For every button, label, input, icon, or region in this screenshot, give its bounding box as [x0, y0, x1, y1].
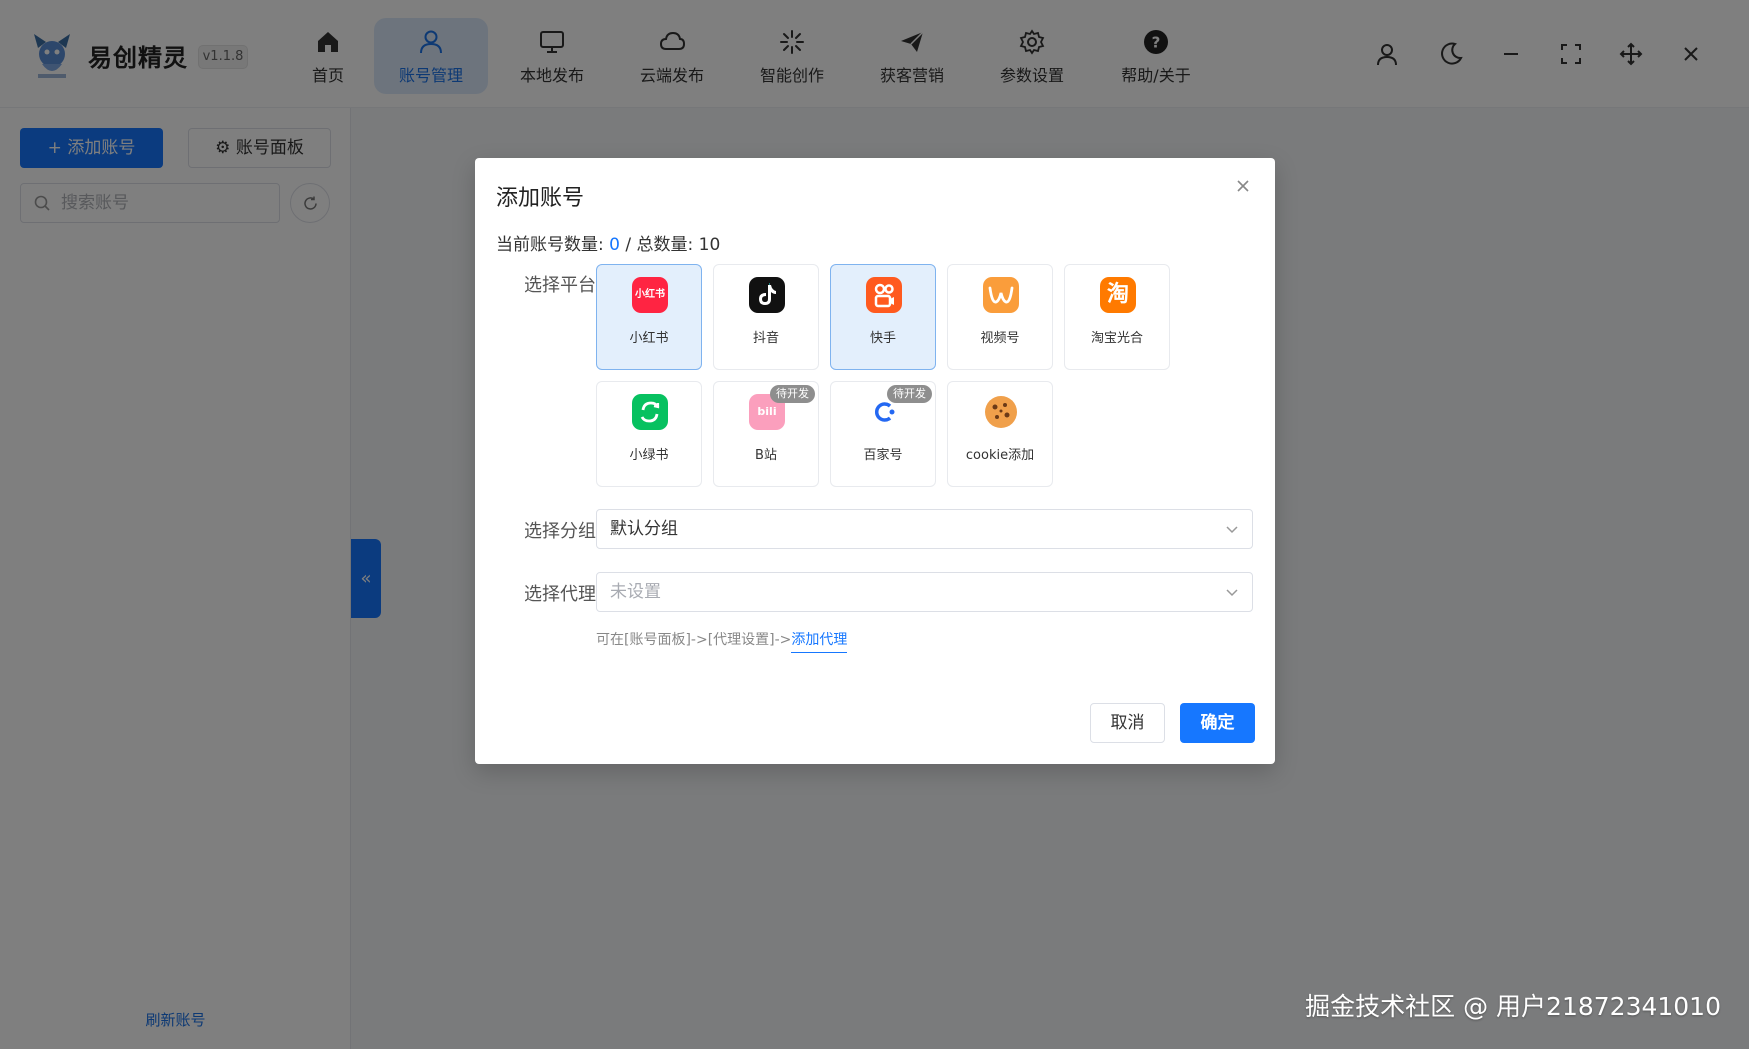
platform-taobao[interactable]: 淘 淘宝光合 — [1064, 264, 1170, 370]
platform-cookie[interactable]: cookie添加 — [947, 381, 1053, 487]
cookie-icon — [983, 394, 1019, 430]
in-development-badge: 待开发 — [770, 385, 815, 403]
shipinhao-icon — [983, 277, 1019, 313]
count-sep: / 总数量: — [619, 235, 699, 255]
platform-bilibili[interactable]: bili 待开发 B站 — [713, 381, 819, 487]
chevron-down-icon — [1226, 589, 1238, 597]
taobao-icon-text: 淘 — [1106, 282, 1129, 307]
confirm-button[interactable]: 确定 — [1180, 703, 1255, 743]
proxy-select[interactable]: 未设置 — [596, 572, 1253, 612]
proxy-label: 选择代理 — [524, 584, 596, 605]
douyin-icon — [749, 277, 785, 313]
group-label: 选择分组 — [524, 521, 596, 542]
platform-xiaolvshu[interactable]: 小绿书 — [596, 381, 702, 487]
platform-name: 小绿书 — [629, 448, 669, 463]
account-count: 当前账号数量: 0 / 总数量: 10 — [496, 230, 720, 255]
platform-name: 快手 — [869, 331, 896, 346]
count-current: 0 — [609, 235, 620, 255]
add-account-dialog: 添加账号 当前账号数量: 0 / 总数量: 10 选择平台 小红书 小红书 抖音… — [475, 158, 1275, 764]
xiaohongshu-icon-text: 小红书 — [635, 289, 665, 300]
dialog-title: 添加账号 — [496, 186, 585, 211]
platform-shipinhao[interactable]: 视频号 — [947, 264, 1053, 370]
platform-name: 百家号 — [863, 448, 903, 463]
platform-name: B站 — [755, 448, 777, 463]
platform-douyin[interactable]: 抖音 — [713, 264, 819, 370]
platform-name: 视频号 — [980, 331, 1020, 346]
watermark: 掘金技术社区 @ 用户21872341010 — [1305, 992, 1721, 1021]
proxy-hint-text: 可在[账号面板]->[代理设置]-> — [596, 632, 792, 648]
platform-label: 选择平台 — [524, 275, 596, 296]
count-total: 10 — [698, 235, 721, 255]
count-prefix: 当前账号数量: — [496, 235, 610, 255]
proxy-hint: 可在[账号面板]->[代理设置]->添加代理 — [596, 629, 848, 653]
platform-name: 淘宝光合 — [1090, 331, 1143, 346]
taobao-icon: 淘 — [1100, 277, 1136, 313]
platform-xiaohongshu[interactable]: 小红书 小红书 — [596, 264, 702, 370]
group-select[interactable]: 默认分组 — [596, 509, 1253, 549]
chevron-down-icon — [1226, 526, 1238, 534]
xiaohongshu-icon: 小红书 — [632, 277, 668, 313]
proxy-select-placeholder: 未设置 — [610, 582, 661, 602]
platform-name: cookie添加 — [965, 448, 1035, 463]
platform-name: 抖音 — [752, 331, 779, 346]
group-select-value: 默认分组 — [610, 519, 678, 539]
close-icon[interactable] — [1231, 174, 1255, 198]
platform-kuaishou[interactable]: 快手 — [830, 264, 936, 370]
cancel-button[interactable]: 取消 — [1090, 703, 1165, 743]
in-development-badge: 待开发 — [887, 385, 932, 403]
platform-name: 小红书 — [629, 331, 669, 346]
kuaishou-icon — [866, 277, 902, 313]
add-proxy-link[interactable]: 添加代理 — [791, 632, 848, 653]
platform-baijiahao[interactable]: 待开发 百家号 — [830, 381, 936, 487]
xiaolvshu-icon — [632, 394, 668, 430]
